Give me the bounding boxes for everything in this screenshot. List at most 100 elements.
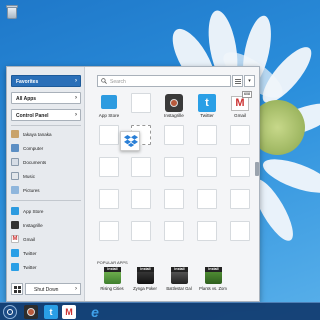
popular-app-plants-vs-zombies[interactable]: Install	[205, 267, 222, 284]
empty-tile[interactable]	[197, 189, 217, 209]
pinned-label: Gmail	[23, 236, 35, 242]
search-placeholder: Search	[110, 79, 126, 85]
place-label: Computer	[23, 145, 44, 151]
place-item-documents[interactable]: Documents	[11, 156, 81, 168]
pinned-item-app-store[interactable]: App Store	[11, 205, 81, 217]
empty-tile[interactable]	[230, 157, 250, 177]
place-item-user[interactable]: takaya tanaka	[11, 128, 81, 140]
place-label: Pictures	[23, 187, 40, 193]
user-icon	[11, 130, 19, 138]
pictures-icon	[11, 186, 19, 194]
gmail-icon[interactable]: M	[62, 305, 76, 319]
gmail-icon: M	[11, 235, 19, 243]
pinned-item-twitter-1[interactable]: Twitter	[11, 247, 81, 259]
all-apps-dropdown[interactable]: All Apps ›	[11, 92, 81, 104]
control-panel-dropdown[interactable]: Control Panel ›	[11, 109, 81, 121]
tile-gmail[interactable]: M 608	[230, 91, 252, 113]
pinned-label: Instagrille	[23, 222, 43, 228]
popular-app-battlestar[interactable]: Install	[171, 267, 188, 284]
shut-down-label: Shut Down	[34, 287, 59, 293]
empty-tile[interactable]	[99, 157, 119, 177]
start-orb-icon[interactable]	[3, 305, 17, 319]
internet-explorer-icon[interactable]: e	[88, 305, 102, 319]
twitter-icon: t	[198, 94, 216, 112]
control-panel-label: Control Panel	[16, 113, 49, 119]
shut-down-button[interactable]: Shut Down ›	[25, 283, 81, 295]
search-icon	[101, 78, 107, 84]
place-label: Documents	[23, 159, 47, 165]
divider	[11, 125, 81, 126]
pinned-item-twitter-2[interactable]: Twitter	[11, 261, 81, 273]
popular-app-label: Battlestar Gal	[166, 286, 192, 291]
pinned-item-gmail[interactable]: M Gmail	[11, 233, 81, 245]
tile-twitter[interactable]: t	[197, 93, 217, 113]
windows-icon	[13, 285, 21, 293]
empty-tile[interactable]	[197, 125, 217, 145]
search-input[interactable]: Search	[97, 75, 231, 87]
popular-app-label: Rising Cities	[100, 286, 124, 291]
chevron-right-icon: ›	[75, 286, 77, 292]
pinned-label: Twitter	[23, 264, 37, 270]
view-options-dropdown[interactable]: ▾	[244, 75, 255, 87]
favorites-label: Favorites	[16, 79, 39, 85]
tile-label: App Store	[98, 113, 120, 118]
place-item-computer[interactable]: Computer	[11, 142, 81, 154]
view-list-button[interactable]	[232, 75, 243, 87]
list-icon	[234, 78, 241, 84]
empty-tile[interactable]	[230, 125, 250, 145]
pinned-label: App Store	[23, 208, 44, 214]
empty-tile[interactable]	[197, 221, 217, 241]
tile-instagrille[interactable]	[164, 93, 184, 113]
install-button[interactable]: Install	[205, 267, 222, 272]
place-item-music[interactable]: Music	[11, 170, 81, 182]
favorites-dropdown[interactable]: Favorites ›	[11, 75, 81, 87]
dragged-dropbox-tile[interactable]	[120, 131, 140, 151]
computer-icon	[11, 144, 19, 152]
twitter-icon[interactable]: t	[44, 305, 58, 319]
pinned-label: Twitter	[23, 250, 37, 256]
taskbar: t M e	[0, 302, 320, 320]
empty-tile[interactable]	[230, 189, 250, 209]
empty-tile[interactable]	[164, 189, 184, 209]
scrollbar-thumb[interactable]	[255, 162, 259, 176]
dropbox-icon	[124, 135, 138, 147]
chevron-right-icon: ›	[75, 112, 77, 118]
unread-badge: 608	[242, 91, 252, 98]
start-menu-left-pane: Favorites › All Apps › Control Panel › t…	[7, 67, 85, 301]
empty-tile[interactable]	[131, 93, 151, 113]
tile-label: Twitter	[200, 113, 214, 118]
documents-icon	[11, 158, 19, 166]
twitter-icon	[11, 249, 19, 257]
recycle-bin-icon[interactable]	[6, 4, 18, 20]
divider	[11, 200, 81, 201]
tile-app-store[interactable]	[99, 93, 119, 113]
popular-apps-heading: POPULAR APPS	[97, 260, 128, 265]
empty-tile[interactable]	[99, 189, 119, 209]
tile-label: Gmail	[234, 113, 246, 118]
empty-tile[interactable]	[197, 157, 217, 177]
empty-tile[interactable]	[131, 157, 151, 177]
empty-tile[interactable]	[164, 157, 184, 177]
instagrille-icon	[11, 221, 19, 229]
empty-tile[interactable]	[131, 221, 151, 241]
instagrille-icon	[165, 94, 183, 112]
popular-app-zynga-poker[interactable]: Install	[137, 267, 154, 284]
start-menu: Favorites › All Apps › Control Panel › t…	[6, 66, 260, 302]
empty-tile[interactable]	[164, 221, 184, 241]
install-button[interactable]: Install	[171, 267, 188, 272]
twitter-icon	[11, 263, 19, 271]
chevron-down-icon: ▾	[248, 78, 251, 84]
install-button[interactable]: Install	[137, 267, 154, 272]
place-item-pictures[interactable]: Pictures	[11, 184, 81, 196]
instagrille-icon[interactable]	[24, 305, 38, 319]
start-button[interactable]	[11, 283, 23, 295]
place-label: Music	[23, 173, 35, 179]
install-button[interactable]: Install	[104, 267, 121, 272]
pinned-item-instagrille[interactable]: Instagrille	[11, 219, 81, 231]
empty-tile[interactable]	[99, 125, 119, 145]
popular-app-rising-cities[interactable]: Install	[104, 267, 121, 284]
empty-tile[interactable]	[164, 125, 184, 145]
empty-tile[interactable]	[230, 221, 250, 241]
empty-tile[interactable]	[99, 221, 119, 241]
empty-tile[interactable]	[131, 189, 151, 209]
